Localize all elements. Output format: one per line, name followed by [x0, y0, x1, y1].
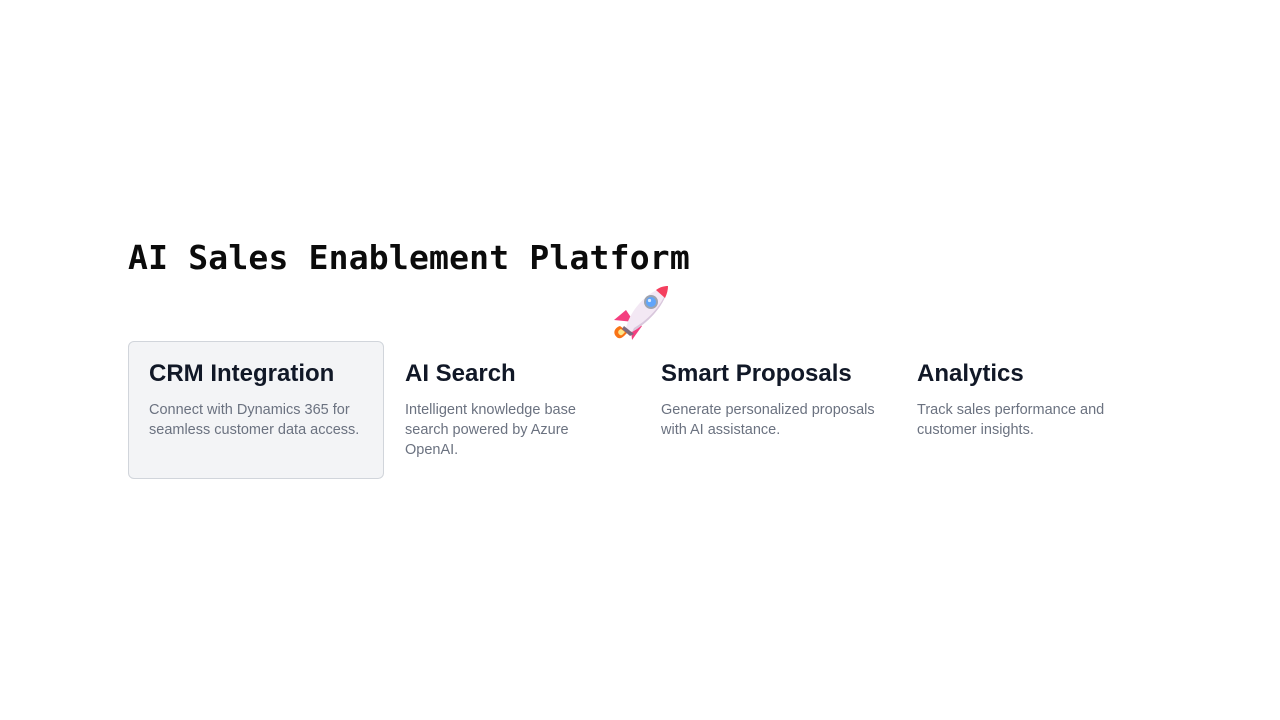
rocket-icon [608, 282, 672, 342]
feature-card-crm-integration[interactable]: CRM Integration Connect with Dynamics 36… [128, 341, 384, 479]
feature-cards: CRM Integration Connect with Dynamics 36… [128, 341, 1152, 479]
feature-card-ai-search[interactable]: AI Search Intelligent knowledge base sea… [384, 341, 640, 479]
feature-card-description: Track sales performance and customer ins… [917, 402, 1105, 438]
feature-card-smart-proposals[interactable]: Smart Proposals Generate personalized pr… [640, 341, 896, 479]
feature-card-description: Connect with Dynamics 365 for seamless c… [149, 402, 360, 438]
feature-card-analytics[interactable]: Analytics Track sales performance and cu… [896, 341, 1152, 479]
page-title: AI Sales Enablement Platform [128, 238, 690, 277]
feature-card-title: Analytics [917, 360, 1024, 387]
feature-card-title: CRM Integration [149, 360, 335, 387]
feature-card-description: Generate personalized proposals with AI … [661, 402, 875, 438]
feature-card-title: AI Search [405, 360, 516, 387]
feature-card-description: Intelligent knowledge base search powere… [405, 402, 576, 458]
feature-card-title: Smart Proposals [661, 360, 852, 387]
